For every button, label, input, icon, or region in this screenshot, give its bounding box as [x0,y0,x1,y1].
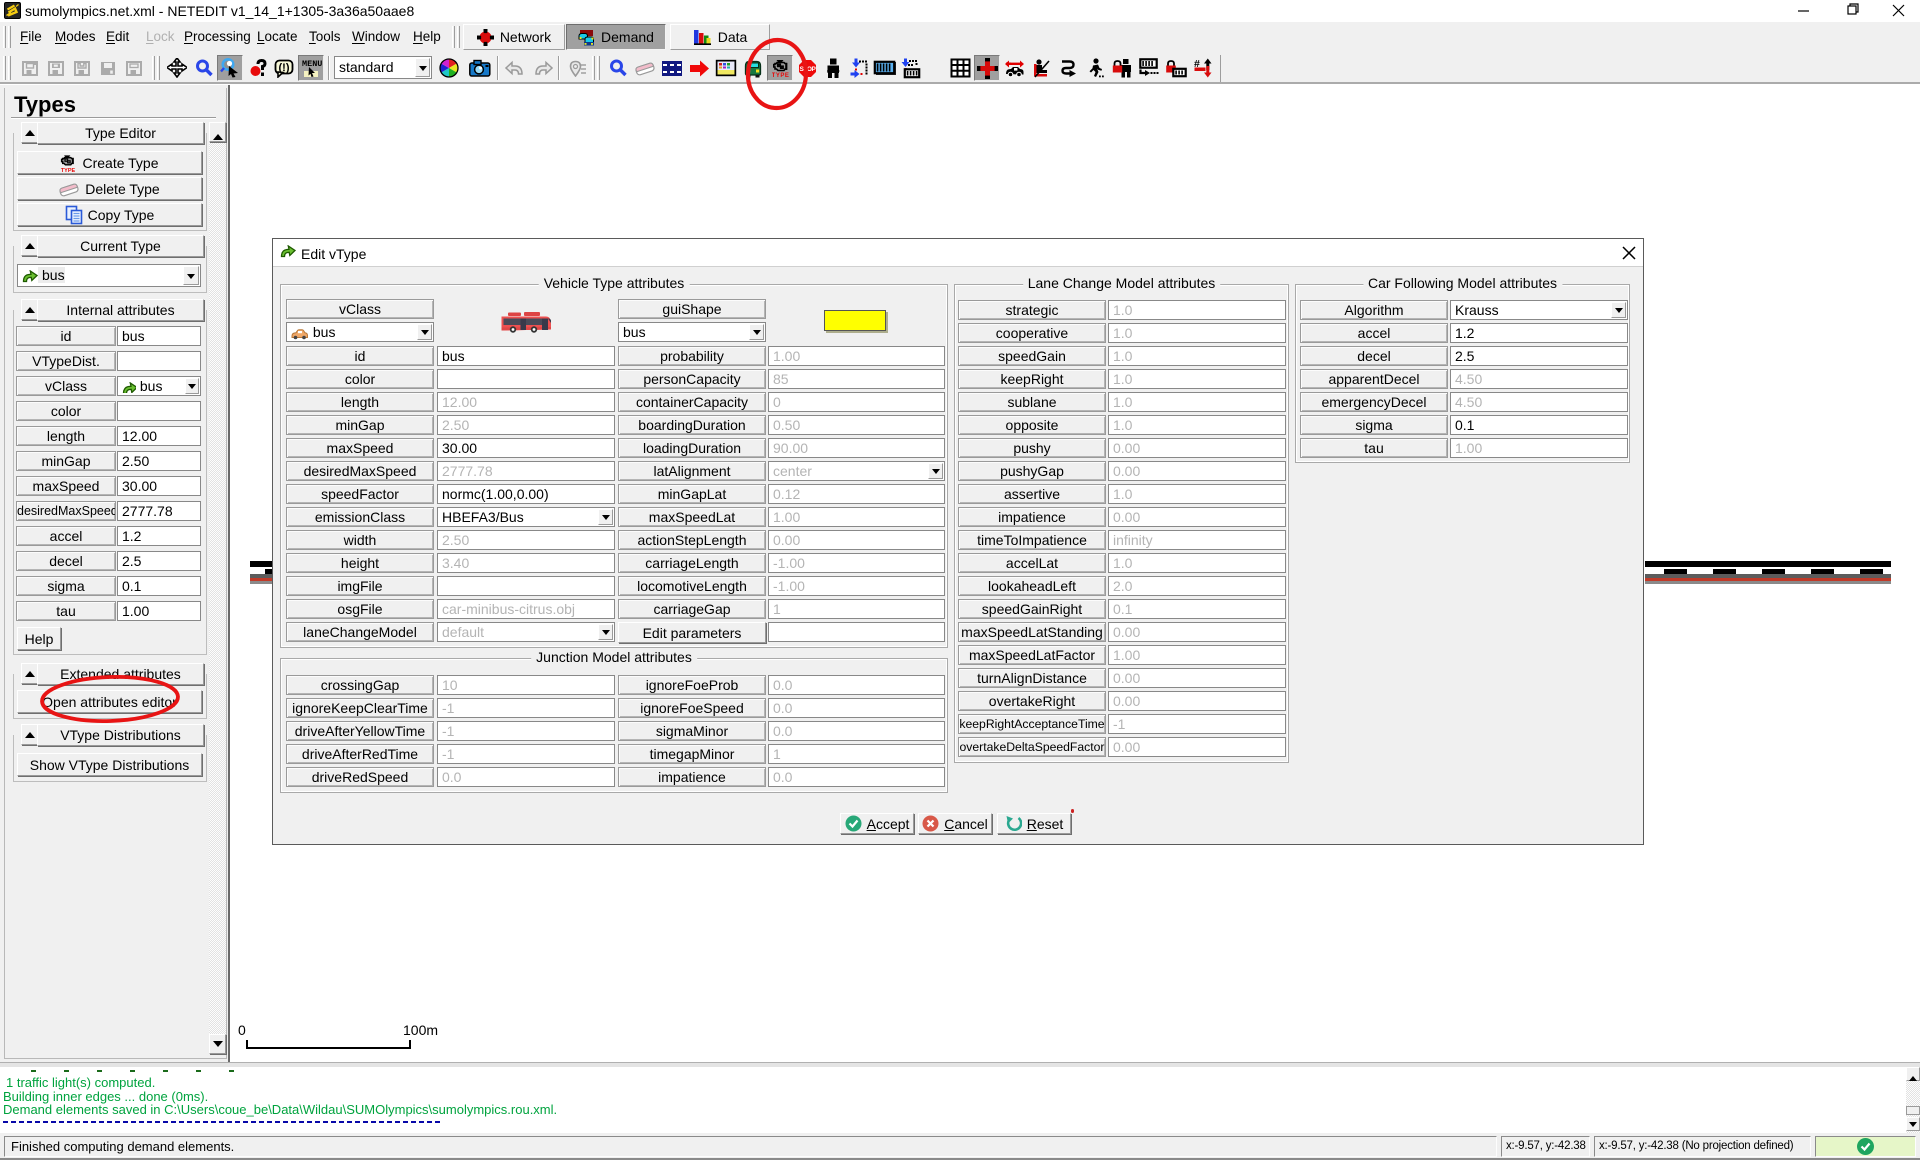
svg-text:MENU: MENU [302,59,322,69]
svg-text:TYPE: TYPE [61,168,76,172]
svg-text:(!): (!) [279,62,290,74]
